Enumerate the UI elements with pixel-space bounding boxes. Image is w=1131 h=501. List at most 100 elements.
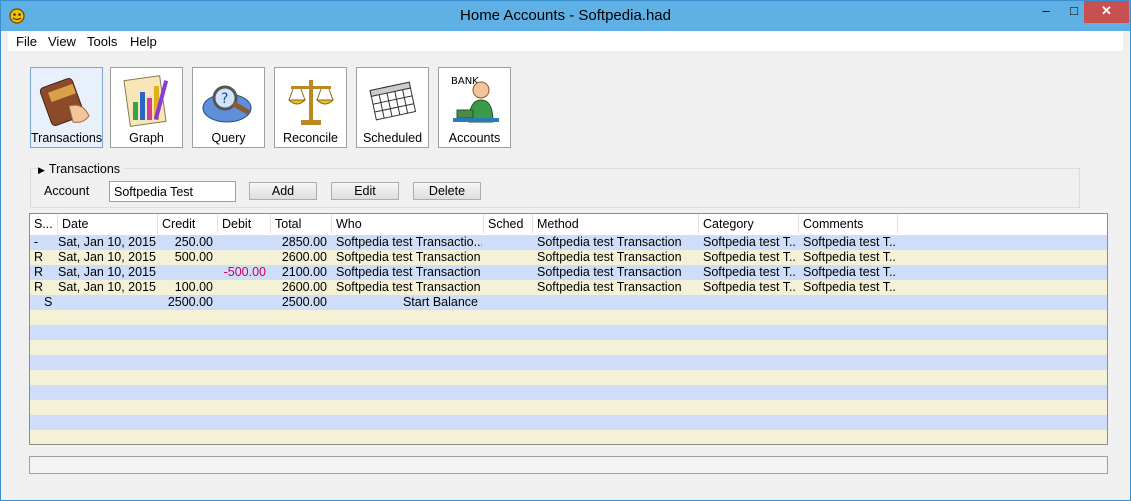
cell-s: - [34, 235, 39, 249]
cell-who: Softpedia test Transaction [336, 250, 481, 264]
column-header-who[interactable]: Who [332, 214, 484, 234]
menu-view[interactable]: View [48, 34, 76, 49]
menu-help[interactable]: Help [130, 34, 157, 49]
cell-date [58, 295, 156, 310]
empty-row[interactable] [30, 400, 1107, 415]
cell-debit [218, 295, 266, 310]
column-header-debit[interactable]: Debit [218, 214, 271, 234]
transactions-button[interactable]: Transactions [30, 67, 103, 148]
empty-row[interactable] [30, 385, 1107, 400]
edit-button[interactable]: Edit [331, 182, 399, 200]
cell-total: 2100.00 [281, 265, 327, 279]
cell-total: 2500.00 [281, 295, 327, 309]
cell-total: 2850.00 [281, 235, 327, 249]
cell-comments [803, 295, 897, 310]
cell-method: Softpedia test Transaction [537, 250, 682, 264]
cell-debit [218, 280, 266, 295]
scheduled-button[interactable]: Scheduled [356, 67, 429, 148]
empty-row[interactable] [30, 415, 1107, 430]
bank-teller-icon: BANK [451, 76, 499, 123]
minimize-button[interactable]: – [1032, 1, 1060, 23]
empty-row[interactable] [30, 340, 1107, 355]
empty-row[interactable] [30, 325, 1107, 340]
calendar-icon [369, 81, 417, 121]
toolbar-label: Accounts [448, 131, 501, 145]
cell-who: Softpedia test Transaction [336, 265, 481, 279]
cell-category [703, 295, 797, 310]
cell-credit: 500.00 [174, 250, 213, 264]
window-title: Home Accounts - Softpedia.had [460, 7, 671, 24]
magnifier-icon: ? [202, 85, 252, 123]
cell-category: Softpedia test T... [703, 265, 797, 279]
panel-title-text: Transactions [48, 162, 121, 176]
delete-button[interactable]: Delete [413, 182, 481, 200]
cell-comments: Softpedia test T... [803, 265, 897, 279]
column-header-credit[interactable]: Credit [158, 214, 218, 234]
toolbar-label: Graph [129, 131, 164, 145]
cell-debit [218, 235, 266, 250]
cell-method: Softpedia test Transaction [537, 235, 682, 249]
menu-tools[interactable]: Tools [87, 34, 117, 49]
graph-icon [123, 75, 169, 127]
wallet-icon [39, 78, 90, 126]
cell-sched [488, 280, 531, 295]
empty-row[interactable] [30, 370, 1107, 385]
column-header-date[interactable]: Date [58, 214, 158, 234]
menu-file[interactable]: File [16, 34, 37, 49]
cell-debit [218, 250, 266, 265]
cell-sched [488, 295, 531, 310]
cell-total: 2600.00 [281, 280, 327, 294]
cell-category: Softpedia test T... [703, 280, 797, 294]
menu-bar: File View Tools Help [8, 31, 1123, 51]
empty-row[interactable] [30, 355, 1107, 370]
empty-row[interactable] [30, 430, 1107, 444]
accounts-button[interactable]: BANK Accounts [438, 67, 511, 148]
column-header-total[interactable]: Total [271, 214, 332, 234]
cell-category: Softpedia test T... [703, 250, 797, 264]
column-header-sched[interactable]: Sched [484, 214, 533, 234]
cell-method: Softpedia test Transaction [537, 280, 682, 294]
column-header-status[interactable]: S... [30, 214, 58, 234]
cell-sched [488, 235, 531, 250]
toolbar-label: Scheduled [362, 131, 423, 145]
column-header-category[interactable]: Category [699, 214, 799, 234]
cell-s: R [34, 265, 44, 279]
cell-sched [488, 250, 531, 265]
cell-who: Start Balance [402, 295, 478, 309]
scales-icon [287, 80, 335, 125]
cell-comments: Softpedia test T... [803, 250, 897, 264]
cell-category: Softpedia test T... [703, 235, 797, 249]
title-bar[interactable]: Home Accounts - Softpedia.had – □ ✕ [1, 1, 1130, 31]
table-row[interactable]: R Sat, Jan 10, 2015 500.00 2600.00 Softpedia… [30, 250, 1107, 265]
query-button[interactable]: ? Query [192, 67, 265, 148]
cell-method: Softpedia test Transaction [537, 265, 682, 279]
cell-debit: -500.00 [223, 265, 266, 279]
graph-button[interactable]: Graph [110, 67, 183, 148]
client-area: File View Tools Help Transactions Graph … [8, 31, 1123, 494]
toolbar-label: Query [211, 131, 246, 145]
cell-date: Sat, Jan 10, 2015 [58, 235, 156, 249]
column-header-method[interactable]: Method [533, 214, 699, 234]
panel-title[interactable]: ▶ Transactions [38, 162, 125, 176]
table-row[interactable]: R Sat, Jan 10, 2015 100.00 2600.00 Softpedia… [30, 280, 1107, 295]
table-row[interactable]: S 2500.00 2500.00 Start Balance [30, 295, 1107, 310]
table-row[interactable]: R Sat, Jan 10, 2015 -500.00 2100.00 Softpedi… [30, 265, 1107, 280]
cell-sched [488, 265, 531, 280]
cell-date: Sat, Jan 10, 2015 [58, 250, 156, 264]
account-field[interactable] [109, 181, 236, 202]
add-button[interactable]: Add [249, 182, 317, 200]
empty-row[interactable] [30, 310, 1107, 325]
expand-triangle-icon[interactable]: ▶ [38, 165, 45, 175]
close-button[interactable]: ✕ [1084, 1, 1129, 23]
transactions-grid[interactable]: S... Date Credit Debit Total Who Sched M… [29, 213, 1108, 445]
toolbar-label: Reconcile [283, 131, 338, 145]
status-bar [29, 456, 1108, 474]
cell-who: Softpedia test Transactio... [336, 235, 482, 249]
grid-header: S... Date Credit Debit Total Who Sched M… [30, 214, 1107, 234]
cell-total: 2600.00 [281, 250, 327, 264]
svg-text:?: ? [221, 91, 228, 107]
column-header-comments[interactable]: Comments [799, 214, 898, 234]
table-row[interactable]: - Sat, Jan 10, 2015 250.00 2850.00 Softpedia… [30, 235, 1107, 250]
cell-credit: 2500.00 [167, 295, 213, 309]
reconcile-button[interactable]: Reconcile [274, 67, 347, 148]
